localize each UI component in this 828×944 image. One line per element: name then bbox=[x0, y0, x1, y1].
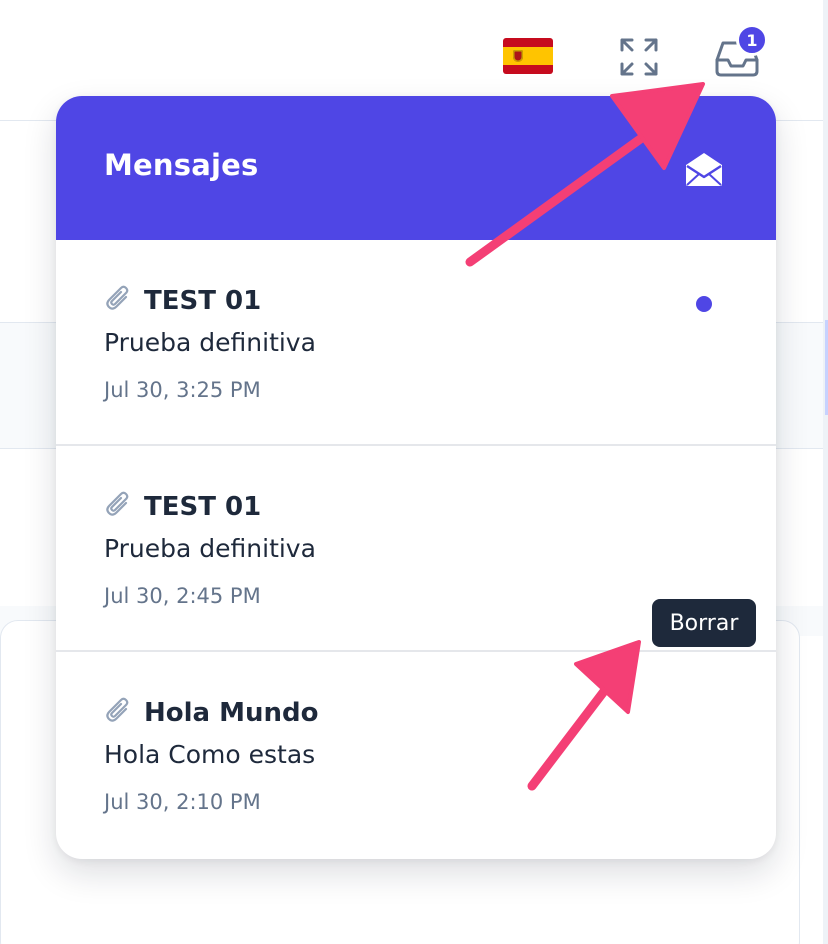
arrow-to-inbox bbox=[465, 82, 705, 267]
arrow-to-tooltip bbox=[527, 640, 641, 791]
annotation-arrows bbox=[465, 82, 705, 791]
